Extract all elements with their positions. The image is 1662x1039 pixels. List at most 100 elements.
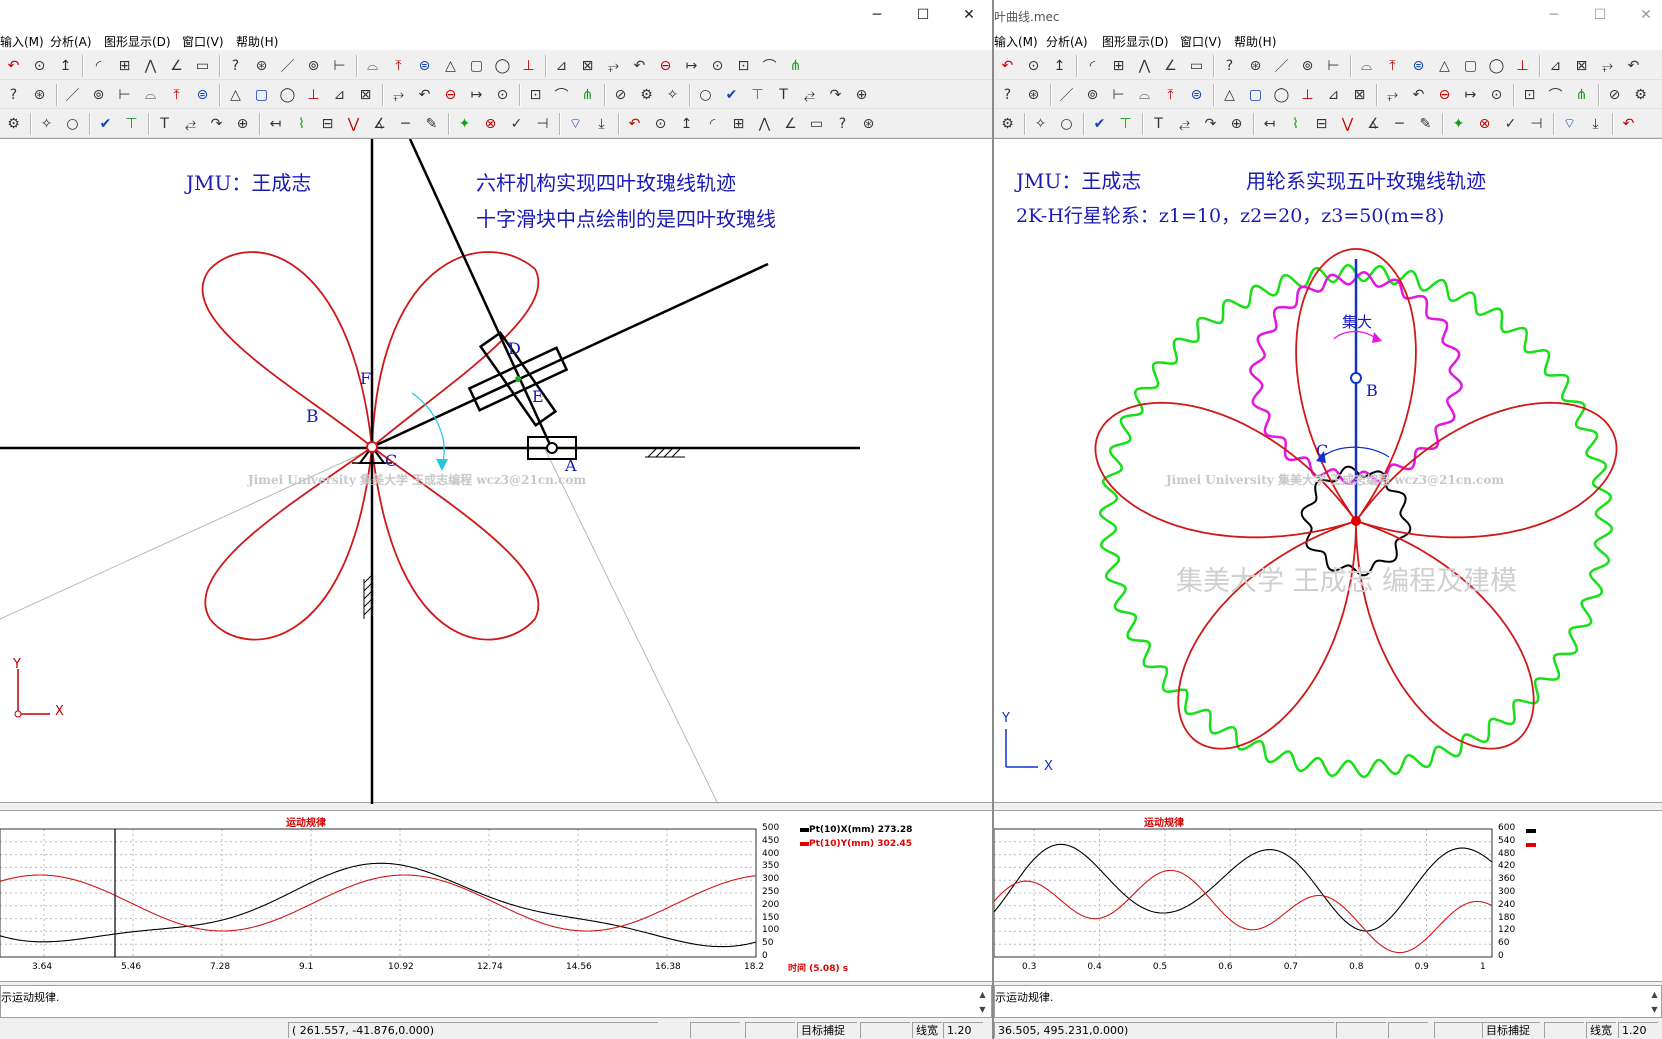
slash-icon[interactable]: ⊘ (1603, 83, 1626, 106)
undo-icon[interactable]: ↶ (1617, 112, 1640, 135)
line-icon[interactable]: ／ (276, 54, 299, 77)
up-icon[interactable]: ↥ (54, 54, 77, 77)
sparkle-icon[interactable]: ✧ (35, 112, 58, 135)
undo-icon[interactable]: ↶ (996, 54, 1019, 77)
arc-a-icon[interactable]: ⌒ (758, 54, 781, 77)
help-icon[interactable]: ? (2, 83, 25, 106)
check-bold-icon[interactable]: ✔ (720, 83, 743, 106)
undo-icon[interactable]: ↶ (2, 54, 25, 77)
redo-icon[interactable]: ↷ (1199, 112, 1222, 135)
help-icon[interactable]: ? (224, 54, 247, 77)
edit-icon[interactable]: ✎ (420, 112, 443, 135)
zoom-in-icon[interactable]: ⊕ (850, 83, 873, 106)
arc-icon[interactable]: ◜ (701, 112, 724, 135)
arc-b-icon[interactable]: ⌓ (139, 83, 162, 106)
scroll-down-button[interactable]: ▼ (1648, 1003, 1661, 1016)
top-icon[interactable]: ⤒ (1381, 54, 1404, 77)
status-snap[interactable]: 目标捕捉 (797, 1022, 857, 1038)
minimize-button[interactable]: ─ (854, 0, 900, 30)
or-icon[interactable]: ⋁ (342, 112, 365, 135)
menu-analysis[interactable]: 分析(A) (1046, 33, 1088, 50)
tick-l-icon[interactable]: ⊢ (328, 54, 351, 77)
tee-icon[interactable]: ⊤ (1114, 112, 1137, 135)
settings-icon[interactable]: ⚙ (1629, 83, 1652, 106)
tee-icon[interactable]: ⊤ (746, 83, 769, 106)
box-icon[interactable]: ⊡ (732, 54, 755, 77)
star-icon[interactable]: ✦ (453, 112, 476, 135)
arc-b-icon[interactable]: ⌓ (1133, 83, 1156, 106)
bottom-icon[interactable]: ⤓ (1584, 112, 1607, 135)
check-icon[interactable]: ✓ (1499, 112, 1522, 135)
triangle-icon[interactable]: △ (439, 54, 462, 77)
maximize-button[interactable]: ☐ (1577, 0, 1623, 30)
left-icon[interactable]: ↤ (1258, 112, 1281, 135)
equal-icon[interactable]: ⊜ (191, 83, 214, 106)
right-icon[interactable]: ↦ (1459, 83, 1482, 106)
settings-icon[interactable]: ⚙ (635, 83, 658, 106)
tick-l-icon[interactable]: ⊢ (113, 83, 136, 106)
cross-icon[interactable]: ⊗ (1473, 112, 1496, 135)
fork-icon[interactable]: ⋔ (784, 54, 807, 77)
join-l-icon[interactable]: ⥄ (1173, 112, 1196, 135)
join-r-icon[interactable]: ⥅ (602, 54, 625, 77)
arc-c-icon[interactable]: ⌔ (1558, 112, 1581, 135)
curve-icon[interactable]: ⌇ (290, 112, 313, 135)
right-icon[interactable]: ↦ (465, 83, 488, 106)
box-x-icon[interactable]: ⊠ (576, 54, 599, 77)
close-button[interactable]: ✕ (1623, 0, 1662, 30)
grid-icon[interactable]: ⊞ (1107, 54, 1130, 77)
left-icon[interactable]: ↤ (264, 112, 287, 135)
box-icon[interactable]: ⊡ (524, 83, 547, 106)
or-icon[interactable]: ⋁ (1336, 112, 1359, 135)
zoom-out-icon[interactable]: ⊖ (654, 54, 677, 77)
status-linewidth[interactable]: 1.20 (1618, 1022, 1658, 1038)
scroll-up-button[interactable]: ▲ (1648, 988, 1661, 1001)
star-icon[interactable]: ✦ (1447, 112, 1470, 135)
zoom-in-icon[interactable]: ⊕ (1225, 112, 1248, 135)
check-bold-icon[interactable]: ✔ (1088, 112, 1111, 135)
zoom-fit-icon[interactable]: ⊛ (28, 83, 51, 106)
join-l-icon[interactable]: ⥄ (798, 83, 821, 106)
rect-icon[interactable]: ▢ (250, 83, 273, 106)
panel-icon[interactable]: ▭ (1185, 54, 1208, 77)
angle-b-icon[interactable]: ∡ (1362, 112, 1385, 135)
triangle-icon[interactable]: △ (224, 83, 247, 106)
perp-icon[interactable]: ⊥ (302, 83, 325, 106)
status-snap[interactable]: 目标捕捉 (1482, 1022, 1540, 1038)
target-icon[interactable]: ⊙ (1022, 54, 1045, 77)
fork-icon[interactable]: ⋔ (1570, 83, 1593, 106)
settings-icon[interactable]: ⚙ (2, 112, 25, 135)
menu-display[interactable]: 图形显示(D) (1102, 33, 1169, 50)
panel-icon[interactable]: ▭ (805, 112, 828, 135)
panel-icon[interactable]: ▭ (191, 54, 214, 77)
zoom-fit-icon[interactable]: ⊛ (1022, 83, 1045, 106)
gear-icon[interactable]: ⊚ (1081, 83, 1104, 106)
zoom-in-icon[interactable]: ⊕ (231, 112, 254, 135)
target-icon[interactable]: ⊙ (649, 112, 672, 135)
triangle-icon[interactable]: △ (1218, 83, 1241, 106)
help-icon[interactable]: ? (996, 83, 1019, 106)
angle-b-icon[interactable]: ∡ (368, 112, 391, 135)
top-icon[interactable]: ⤒ (165, 83, 188, 106)
menu-analysis[interactable]: 分析(A) (50, 33, 92, 50)
up-icon[interactable]: ↥ (1048, 54, 1071, 77)
ring-icon[interactable]: ◯ (1270, 83, 1293, 106)
status-linewidth[interactable]: 1.20 (943, 1022, 983, 1038)
text-icon[interactable]: T (1147, 112, 1170, 135)
message-box[interactable]: 示运动规律. ▲ ▼ (0, 985, 992, 1018)
menu-display[interactable]: 图形显示(D) (104, 33, 171, 50)
arc-b-icon[interactable]: ⌓ (1355, 54, 1378, 77)
dash-icon[interactable]: ─ (1388, 112, 1411, 135)
line-icon[interactable]: ／ (61, 83, 84, 106)
slash-icon[interactable]: ⊘ (609, 83, 632, 106)
curve-icon[interactable]: ⌇ (1284, 112, 1307, 135)
undo-alt-icon[interactable]: ↶ (628, 54, 651, 77)
redo-icon[interactable]: ↷ (205, 112, 228, 135)
zoom-fit-icon[interactable]: ⊛ (1244, 54, 1267, 77)
line-icon[interactable]: ／ (1270, 54, 1293, 77)
circle-icon[interactable]: ○ (1055, 112, 1078, 135)
bottom-icon[interactable]: ⤓ (590, 112, 613, 135)
menu-window[interactable]: 窗口(V) (1180, 33, 1222, 50)
menu-help[interactable]: 帮助(H) (1234, 33, 1276, 50)
help-icon[interactable]: ? (1218, 54, 1241, 77)
